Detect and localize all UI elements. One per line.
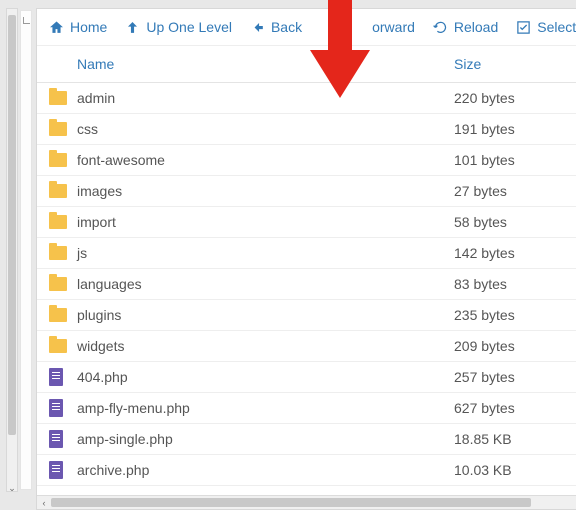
- file-size: 58 bytes: [454, 214, 564, 230]
- toolbar: Home Up One Level Back orward Reload Sel…: [37, 9, 576, 46]
- folder-icon: [49, 215, 77, 229]
- reload-icon: [433, 20, 448, 35]
- folder-icon: [49, 122, 77, 136]
- table-row[interactable]: css191 bytes: [37, 114, 576, 145]
- horizontal-scrollbar[interactable]: ‹: [37, 495, 576, 509]
- select-check-icon: [516, 20, 531, 35]
- home-icon: [49, 20, 64, 35]
- file-icon: [49, 461, 77, 479]
- table-row[interactable]: archive.php10.03 KB: [37, 455, 576, 486]
- table-row[interactable]: admin220 bytes: [37, 83, 576, 114]
- file-size: 18.85 KB: [454, 431, 564, 447]
- file-size: 142 bytes: [454, 245, 564, 261]
- file-name: admin: [77, 90, 454, 106]
- file-rows-container: admin220 bytescss191 bytesfont-awesome10…: [37, 83, 576, 495]
- file-name: css: [77, 121, 454, 137]
- table-row[interactable]: import58 bytes: [37, 207, 576, 238]
- file-icon: [49, 399, 77, 417]
- file-name: plugins: [77, 307, 454, 323]
- annotation-red-arrow-icon: [310, 0, 370, 100]
- up-arrow-icon: [125, 20, 140, 35]
- horizontal-scrollbar-thumb[interactable]: [51, 498, 531, 507]
- file-size: 191 bytes: [454, 121, 564, 137]
- forward-label: orward: [372, 19, 415, 35]
- file-icon: [49, 430, 77, 448]
- file-name: font-awesome: [77, 152, 454, 168]
- home-label: Home: [70, 19, 107, 35]
- table-row[interactable]: amp-fly-menu.php627 bytes: [37, 393, 576, 424]
- file-size: 83 bytes: [454, 276, 564, 292]
- column-header-size[interactable]: Size: [454, 56, 564, 72]
- outer-vertical-scrollbar[interactable]: ⌄: [6, 8, 18, 492]
- file-size: 627 bytes: [454, 400, 564, 416]
- column-header-name[interactable]: Name: [77, 56, 454, 72]
- back-button[interactable]: Back: [250, 19, 302, 35]
- folder-icon: [49, 308, 77, 322]
- file-name: 404.php: [77, 369, 454, 385]
- folder-icon: [49, 277, 77, 291]
- table-row[interactable]: amp-single.php18.85 KB: [37, 424, 576, 455]
- scrollbar-thumb[interactable]: [8, 15, 16, 435]
- column-header-icon: [49, 56, 77, 72]
- file-icon: [49, 368, 77, 386]
- reload-label: Reload: [454, 19, 498, 35]
- select-button[interactable]: Select: [516, 19, 576, 35]
- table-row[interactable]: images27 bytes: [37, 176, 576, 207]
- column-header-row: Name Size: [37, 46, 576, 83]
- file-name: js: [77, 245, 454, 261]
- file-size: 235 bytes: [454, 307, 564, 323]
- select-label: Select: [537, 19, 576, 35]
- folder-icon: [49, 153, 77, 167]
- home-button[interactable]: Home: [49, 19, 107, 35]
- file-name: widgets: [77, 338, 454, 354]
- table-row[interactable]: js142 bytes: [37, 238, 576, 269]
- table-row[interactable]: font-awesome101 bytes: [37, 145, 576, 176]
- file-name: images: [77, 183, 454, 199]
- file-size: 10.03 KB: [454, 462, 564, 478]
- folder-icon: [49, 91, 77, 105]
- back-arrow-icon: [250, 20, 265, 35]
- file-name: languages: [77, 276, 454, 292]
- table-row[interactable]: 404.php257 bytes: [37, 362, 576, 393]
- forward-button[interactable]: orward: [372, 19, 415, 35]
- folder-icon: [49, 339, 77, 353]
- reload-button[interactable]: Reload: [433, 19, 498, 35]
- up-label: Up One Level: [146, 19, 232, 35]
- file-size: 257 bytes: [454, 369, 564, 385]
- folder-icon: [49, 184, 77, 198]
- file-size: 220 bytes: [454, 90, 564, 106]
- file-size: 101 bytes: [454, 152, 564, 168]
- table-row[interactable]: widgets209 bytes: [37, 331, 576, 362]
- table-row[interactable]: plugins235 bytes: [37, 300, 576, 331]
- scroll-down-arrow-icon[interactable]: ⌄: [7, 483, 17, 493]
- up-one-level-button[interactable]: Up One Level: [125, 19, 232, 35]
- file-list-panel: Home Up One Level Back orward Reload Sel…: [36, 8, 576, 510]
- file-name: amp-single.php: [77, 431, 454, 447]
- file-name: import: [77, 214, 454, 230]
- file-size: 27 bytes: [454, 183, 564, 199]
- folder-icon: [49, 246, 77, 260]
- file-size: 209 bytes: [454, 338, 564, 354]
- file-name: amp-fly-menu.php: [77, 400, 454, 416]
- table-row[interactable]: languages83 bytes: [37, 269, 576, 300]
- scroll-left-arrow-icon[interactable]: ‹: [37, 496, 51, 509]
- file-name: archive.php: [77, 462, 454, 478]
- tree-panel: [20, 10, 32, 490]
- back-label: Back: [271, 19, 302, 35]
